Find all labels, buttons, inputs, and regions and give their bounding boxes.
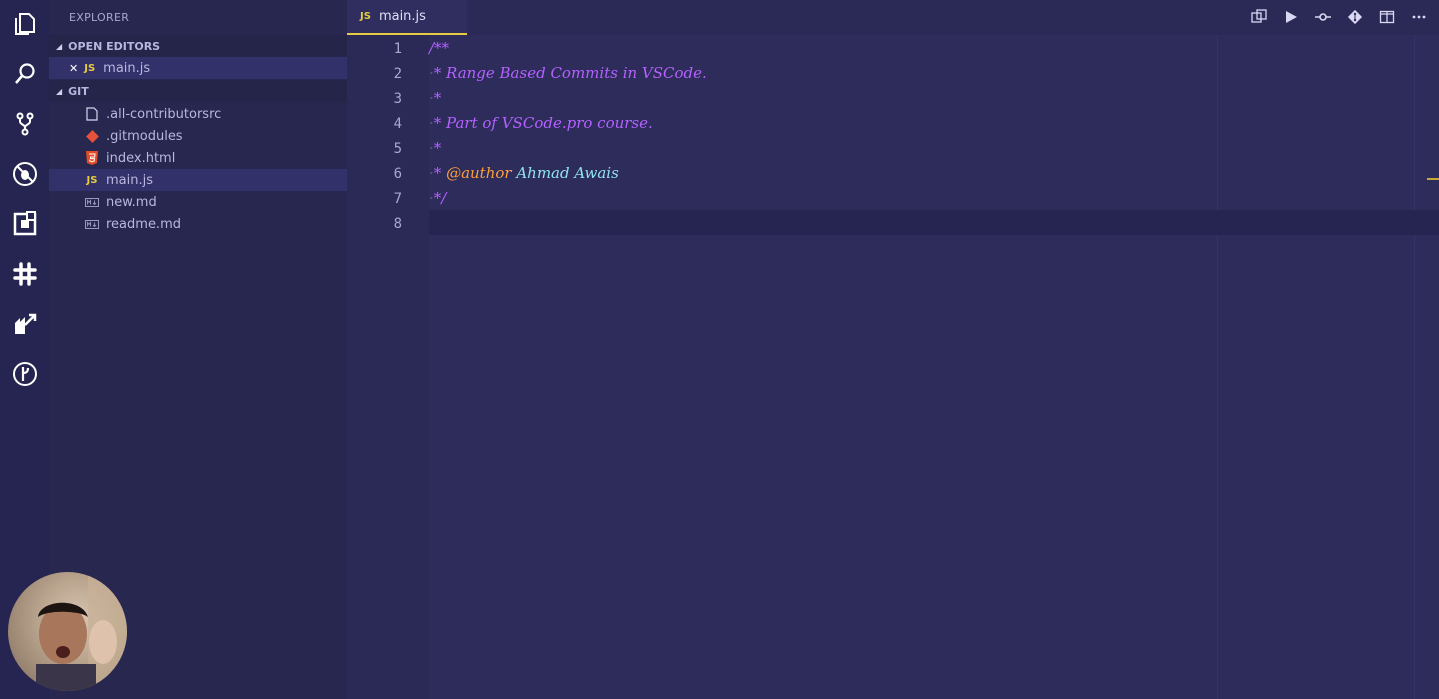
jsdoc-value: Ahmad Awais [511,163,619,182]
code-line: /** [429,35,1439,60]
source-control-icon[interactable] [0,104,49,144]
js-icon: JS [360,11,371,22]
webcam-overlay [8,572,127,691]
collapse-triangle-icon: ◢ [56,41,63,51]
open-editors-label: OPEN EDITORS [68,39,161,53]
more-icon[interactable] [1409,7,1429,27]
open-editor-item[interactable]: ✕ JS main.js [49,57,347,79]
close-icon[interactable]: ✕ [69,62,78,75]
file-label: readme.md [106,216,181,232]
tab-label: main.js [378,9,426,24]
comment-text: * [433,138,442,157]
open-editor-label: main.js [103,60,151,76]
git-icon[interactable] [1345,7,1365,27]
file-main-js[interactable]: JS main.js [49,169,347,191]
slack-icon[interactable] [0,254,49,294]
line-number: 4 [393,116,402,132]
git-icon [84,128,100,144]
webcam-person-image [36,572,127,691]
search-icon[interactable] [0,54,49,94]
line-number: 8 [393,216,402,232]
explorer-icon[interactable] [0,4,49,44]
line-number: 7 [393,191,402,207]
js-icon: JS [86,174,98,186]
file-label: index.html [106,150,176,166]
code-line: · * [429,88,442,107]
file-label: .gitmodules [106,128,183,144]
code-editor[interactable]: /** · * Range Based Commits in VSCode. · *… [429,35,1439,699]
editor-tab-bar: JS main.js [347,0,1439,36]
editor-toolbar [1249,7,1429,27]
debug-icon[interactable] [0,154,49,194]
collapse-triangle-icon: ◢ [56,86,63,96]
code-line: · * [429,138,442,157]
folder-header-git[interactable]: ◢ GIT [49,80,347,102]
markdown-icon [84,216,100,232]
jsdoc-tag: @author [446,163,512,182]
split-editor-icon[interactable] [1377,7,1397,27]
extensions-icon[interactable] [0,204,49,244]
git-graph-icon[interactable] [0,354,49,394]
file-readme-md[interactable]: readme.md [49,213,347,235]
tab-main-js[interactable]: JS main.js [347,0,467,35]
html5-icon [84,150,100,166]
line-number: 6 [393,166,402,182]
open-editors-header[interactable]: ◢ OPEN EDITORS [49,35,347,57]
line-number: 2 [393,66,402,82]
sidebar-title: EXPLORER [69,11,130,24]
file-index-html[interactable]: index.html [49,147,347,169]
open-changes-icon[interactable] [1313,7,1333,27]
comment-text: /** [429,38,450,57]
js-icon: JS [84,62,96,74]
file-gitmodules[interactable]: .gitmodules [49,125,347,147]
file-label: main.js [106,172,153,188]
code-line: · */ [429,188,447,207]
line-number: 5 [393,141,402,157]
markdown-icon [84,194,100,210]
code-line: · * Range Based Commits in VSCode. [429,63,707,82]
code-line: · * @author Ahmad Awais [429,163,619,182]
compare-icon[interactable] [1249,7,1269,27]
file-all-contributorsrc[interactable]: .all-contributorsrc [49,103,347,125]
comment-text: * [433,88,442,107]
code-line-current[interactable] [429,210,1439,235]
comment-text: * [433,163,447,182]
run-icon[interactable] [1281,7,1301,27]
comment-text: */ [433,188,447,207]
file-icon [84,106,100,122]
comment-text: * Part of VSCode.pro course. [433,113,653,132]
code-line: · * Part of VSCode.pro course. [429,113,653,132]
line-number-gutter: 1 2 3 4 5 6 7 8 [347,35,429,699]
file-label: new.md [106,194,157,210]
file-label: .all-contributorsrc [106,106,222,122]
live-share-icon[interactable] [0,304,49,344]
file-new-md[interactable]: new.md [49,191,347,213]
line-number: 1 [393,41,402,57]
comment-text: * Range Based Commits in VSCode. [433,63,707,82]
line-number: 3 [393,91,402,107]
folder-label: GIT [68,84,89,98]
